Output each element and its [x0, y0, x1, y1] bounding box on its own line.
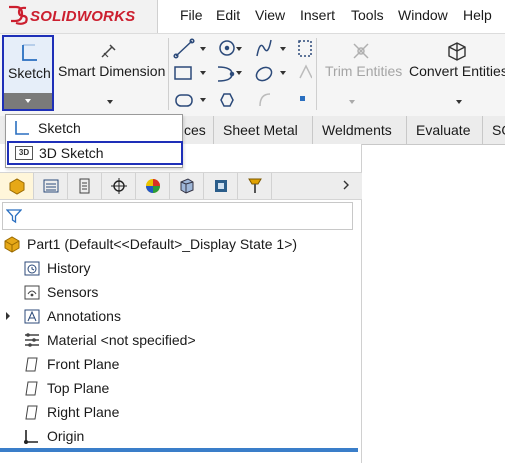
chevron-down-icon[interactable]	[107, 100, 113, 104]
tree-item-label: Sensors	[47, 284, 99, 300]
history-icon	[24, 261, 40, 276]
tab-solidworks-addins[interactable]: SO	[482, 116, 505, 144]
expand-arrow-icon[interactable]	[5, 311, 11, 321]
sketch-button-label: Sketch	[8, 65, 51, 81]
filter-icon[interactable]	[6, 208, 22, 224]
feature-tree-icon	[9, 178, 25, 195]
tab-cam-operation-tree[interactable]	[204, 173, 238, 199]
origin-icon	[24, 430, 38, 444]
3d-sketch-icon: 3D	[15, 146, 33, 160]
brand-name: SOLIDWORKS	[30, 8, 136, 25]
tree-item-label: Top Plane	[47, 380, 110, 396]
panel-bottom-accent-line	[0, 448, 358, 452]
sketch-icon	[15, 121, 29, 135]
smart-dimension-label[interactable]: Smart Dimension	[58, 63, 165, 79]
cam-operation-icon	[215, 180, 227, 192]
plane-icon	[25, 405, 38, 420]
trim-entities-label: Trim Entities	[325, 63, 403, 79]
material-icon	[25, 333, 39, 347]
tab-property-manager[interactable]	[34, 173, 68, 199]
property-manager-icon	[43, 179, 59, 193]
tab-feature-tree[interactable]	[0, 173, 34, 199]
menu-item-sketch[interactable]: Sketch	[6, 116, 182, 140]
tree-item-label: Right Plane	[47, 404, 120, 420]
tree-item-label: Origin	[47, 428, 85, 444]
menu-tools[interactable]: Tools	[351, 7, 384, 23]
chevron-down-icon	[349, 100, 355, 104]
convert-entities-label[interactable]: Convert Entities	[409, 63, 505, 79]
chevron-down-icon	[25, 99, 31, 103]
configuration-manager-icon	[79, 178, 90, 194]
smart-dimension-icon[interactable]	[98, 41, 120, 63]
menu-insert[interactable]: Insert	[300, 7, 335, 23]
ds-logo-icon	[9, 5, 28, 25]
tab-display-manager[interactable]	[136, 173, 170, 199]
menu-view[interactable]: View	[255, 7, 285, 23]
chevron-down-icon[interactable]	[456, 100, 462, 104]
sketch-tools-grid[interactable]	[172, 38, 312, 112]
separator	[168, 38, 169, 110]
menu-item-label: Sketch	[38, 120, 81, 136]
tab-overflow-area	[272, 173, 362, 199]
menu-item-label: 3D Sketch	[39, 145, 104, 161]
cam-tool-icon	[248, 178, 262, 193]
menu-window[interactable]: Window	[398, 7, 448, 23]
filter-bar[interactable]	[2, 202, 353, 230]
tree-item-label: Annotations	[47, 308, 121, 324]
tree-item-label: History	[47, 260, 91, 276]
sketch-button[interactable]: Sketch	[2, 35, 54, 111]
sketch-icon	[22, 44, 37, 61]
menu-edit[interactable]: Edit	[216, 7, 240, 23]
convert-entities-icon[interactable]	[445, 40, 469, 62]
menu-help[interactable]: Help	[463, 7, 492, 23]
menu-file[interactable]: File	[180, 7, 203, 23]
tab-cam-tools-tree[interactable]	[238, 173, 272, 199]
separator	[316, 38, 317, 110]
feature-manager-tabs	[0, 172, 362, 200]
sketch-dropdown-toggle[interactable]	[4, 93, 52, 109]
tree-item-label: Material <not specified>	[47, 332, 196, 348]
tab-cam-feature-tree[interactable]	[170, 173, 204, 199]
trim-entities-icon	[353, 43, 369, 59]
tab-configuration-manager[interactable]	[68, 173, 102, 199]
plane-icon	[25, 381, 38, 396]
sketch-dropdown-menu: Sketch 3D 3D Sketch	[5, 114, 183, 168]
tab-dimxpert-manager[interactable]	[102, 173, 136, 199]
menu-item-3d-sketch[interactable]: 3D 3D Sketch	[7, 141, 183, 165]
title-bar: SOLIDWORKS File Edit View Insert Tools W…	[0, 0, 505, 33]
solidworks-logo[interactable]: SOLIDWORKS	[0, 0, 158, 33]
part-icon	[4, 236, 20, 253]
tab-evaluate[interactable]: Evaluate	[406, 116, 479, 144]
cam-tree-icon	[180, 178, 194, 194]
display-manager-icon	[146, 179, 160, 193]
annotations-icon	[24, 309, 40, 324]
chevron-right-icon[interactable]	[342, 179, 350, 191]
tree-item-label: Front Plane	[47, 356, 120, 372]
tab-weldments[interactable]: Weldments	[312, 116, 401, 144]
tree-root-label: Part1 (Default<<Default>_Display State 1…	[27, 236, 298, 252]
sensors-icon	[24, 285, 40, 300]
plane-icon	[25, 357, 38, 372]
tab-sheet-metal[interactable]: Sheet Metal	[213, 116, 307, 144]
tab-features[interactable]: ces	[180, 116, 215, 144]
dimxpert-icon	[111, 178, 127, 194]
